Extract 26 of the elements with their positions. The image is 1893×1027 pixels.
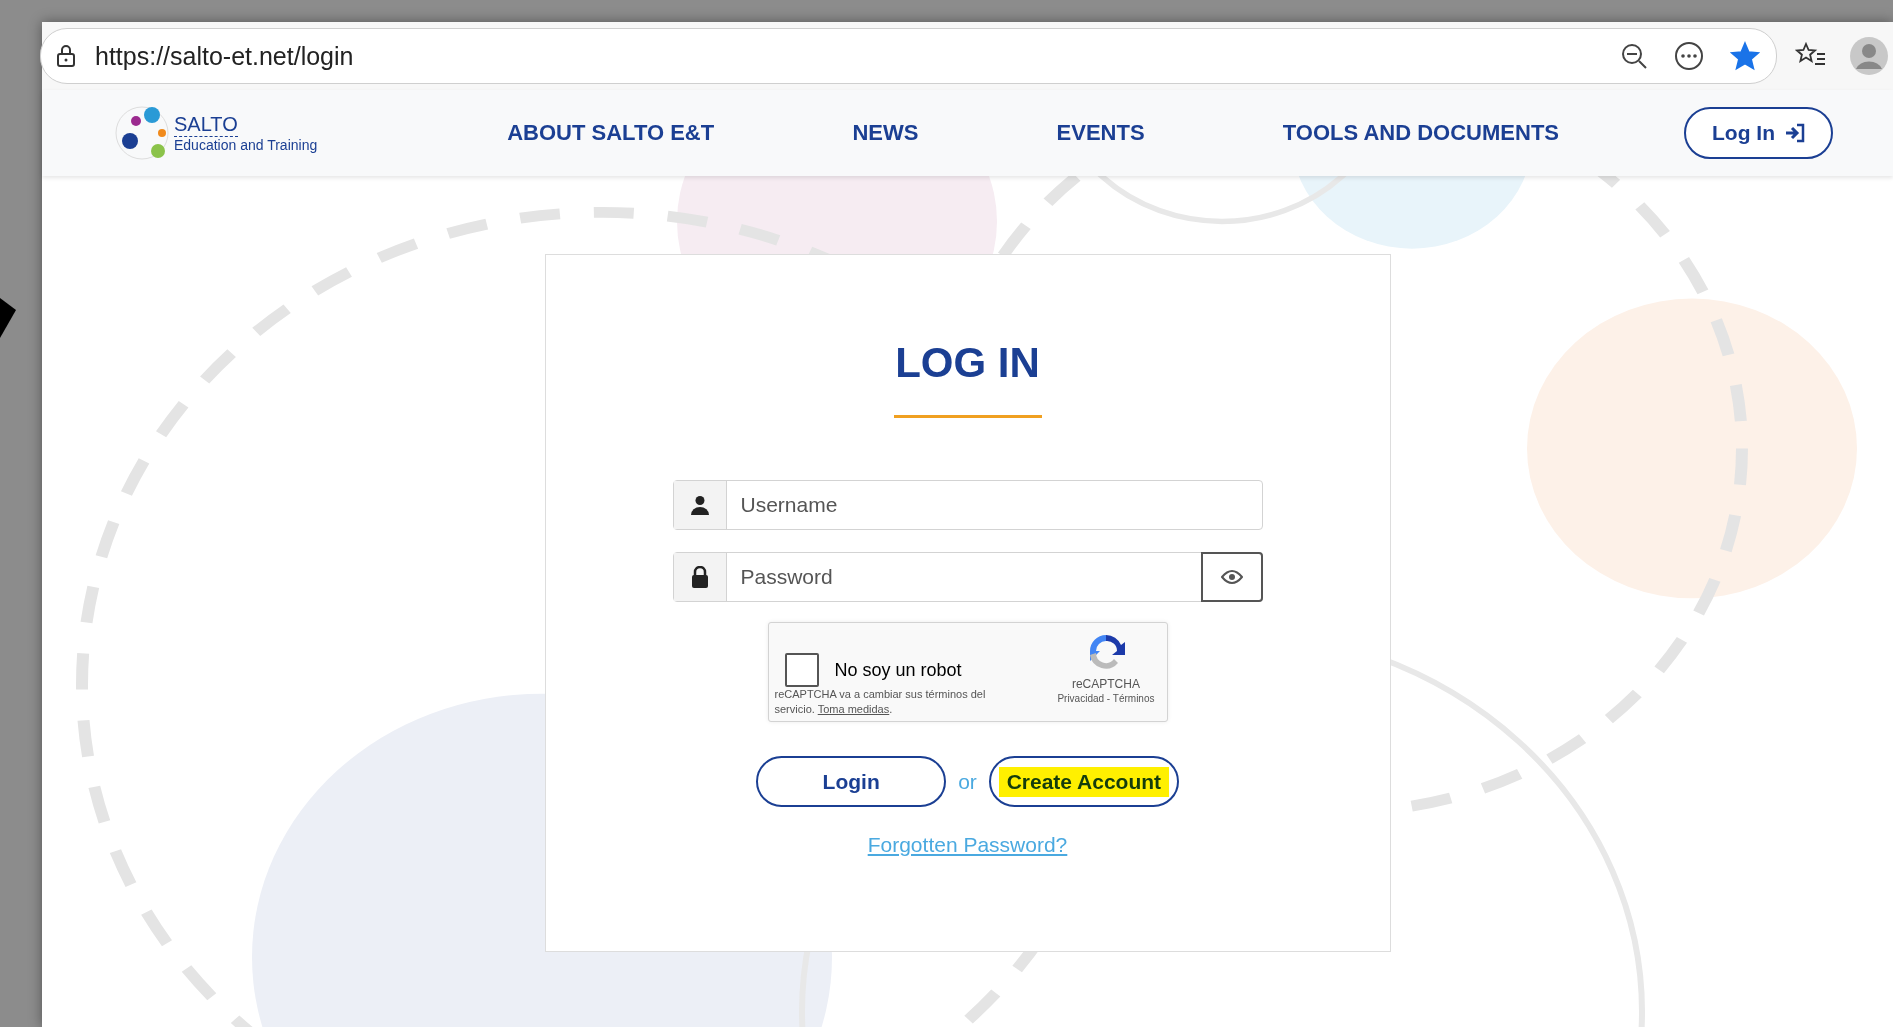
address-bar[interactable]: https://salto-et.net/login bbox=[40, 28, 1777, 84]
captcha-label: No soy un robot bbox=[834, 659, 962, 681]
lock-icon bbox=[690, 566, 709, 588]
nav-link[interactable]: EVENTS bbox=[1056, 120, 1145, 146]
nav-link[interactable]: TOOLS AND DOCUMENTS bbox=[1282, 120, 1559, 146]
login-button[interactable]: Login bbox=[756, 756, 947, 807]
captcha-footer: Privacidad - Términos bbox=[1057, 693, 1155, 704]
captcha-notice: reCAPTCHA va a cambiar sus términos del servicio. Toma medidas. bbox=[774, 687, 987, 717]
nav-link[interactable]: NEWS bbox=[852, 120, 919, 146]
password-field[interactable]: Password bbox=[672, 552, 1263, 602]
url-text: https://salto-et.net/login bbox=[95, 41, 355, 71]
sign-in-icon bbox=[1785, 123, 1805, 143]
logo-tagline: Education and Training bbox=[174, 137, 318, 153]
show-password-button[interactable] bbox=[1200, 552, 1263, 602]
or-text: or bbox=[958, 769, 977, 794]
nav-link[interactable]: ABOUT SALTO E&T bbox=[507, 120, 715, 146]
recaptcha-brand: reCAPTCHA bbox=[1071, 677, 1140, 691]
password-input[interactable]: Password bbox=[726, 553, 1201, 601]
logo-name: SALTO bbox=[174, 113, 238, 137]
lock-icon bbox=[55, 44, 77, 68]
captcha-checkbox[interactable] bbox=[784, 653, 819, 687]
login-title: LOG IN bbox=[895, 339, 1040, 387]
eye-icon bbox=[1220, 569, 1243, 585]
log-in-button[interactable]: Log In bbox=[1684, 107, 1833, 159]
user-icon bbox=[689, 495, 710, 515]
create-account-button[interactable]: Create Account bbox=[988, 756, 1179, 807]
